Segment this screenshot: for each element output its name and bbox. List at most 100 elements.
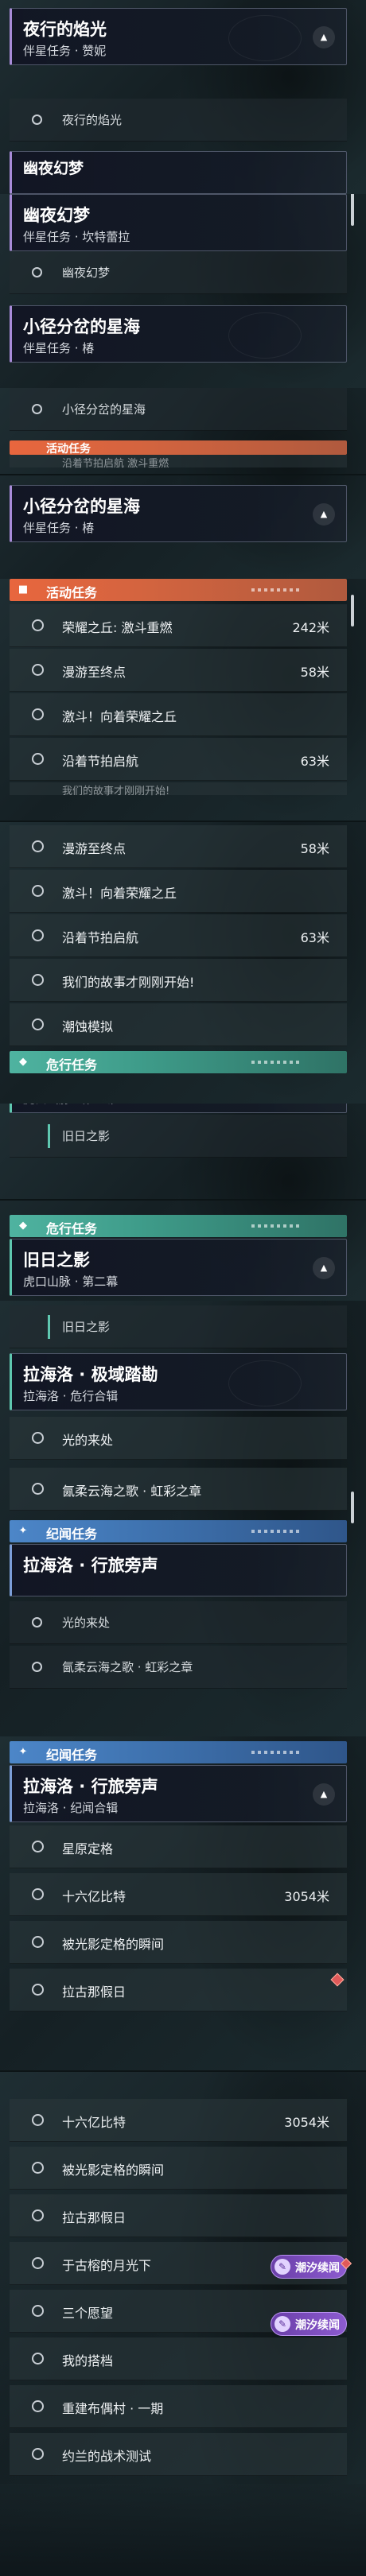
sparkle-icon: ✦ xyxy=(18,1525,28,1537)
panel-7: 旧日之影 拉海洛 · 极域踏勘 拉海洛 · 危行合辑 光的来处 氤柔云海之歌 ·… xyxy=(0,1301,366,1736)
chevron-up-icon[interactable]: ▲ xyxy=(313,1783,335,1806)
tide-news-badge[interactable]: ✎ 潮汐续闻 xyxy=(271,2255,347,2279)
quest-step[interactable]: 沿着节拍启航 63米 xyxy=(10,738,347,781)
panel-divider xyxy=(0,1199,366,1201)
circle-icon xyxy=(32,1841,44,1852)
circle-icon xyxy=(32,619,44,631)
section-header-chronicle[interactable]: ✦ 纪闻任务 xyxy=(10,1520,347,1542)
circle-icon xyxy=(32,708,44,720)
quest-card-lahailuo-xinglv-2[interactable]: 拉海洛 · 行旅旁声 拉海洛 · 纪闻合辑 ▲ xyxy=(10,1765,347,1822)
quest-card-xiaojing[interactable]: 小径分岔的星海 伴星任务 · 椿 xyxy=(10,305,347,363)
quest-title: 拉海洛 · 行旅旁声 xyxy=(23,1777,158,1796)
circle-icon xyxy=(32,1018,44,1030)
section-header-danger[interactable]: ◆ 危行任务 xyxy=(10,1051,347,1073)
step-label: 氤柔云海之歌 · 虹彩之章 xyxy=(62,1660,193,1674)
quest-card-jiuri-2[interactable]: 旧日之影 虎口山脉 · 第二幕 ▲ xyxy=(10,1239,347,1296)
scrollbar-thumb[interactable] xyxy=(351,595,354,627)
quill-icon: ✎ xyxy=(274,2316,290,2332)
circle-icon xyxy=(32,267,42,277)
quest-step[interactable]: 被光影定格的瞬间 xyxy=(10,2147,347,2190)
section-header-activity[interactable]: 活动任务 xyxy=(10,440,347,456)
quest-card-lahailuo-xinglv[interactable]: 拉海洛 · 行旅旁声 xyxy=(10,1544,347,1596)
quest-step[interactable]: 潮蚀模拟 xyxy=(10,1003,347,1046)
quest-step[interactable]: 光的来处 xyxy=(10,1417,347,1460)
chevron-up-icon[interactable]: ▲ xyxy=(313,503,335,526)
quest-title: 拉海洛 · 极域踏勘 xyxy=(23,1365,158,1384)
step-distance: 3054米 xyxy=(284,2115,329,2130)
quest-step[interactable]: 十六亿比特 3054米 xyxy=(10,1873,347,1916)
panel-4: ■ 活动任务 荣耀之丘: 激斗重燃 242米 漫游至终点 58米 激斗！向着荣耀… xyxy=(0,579,366,821)
flag-icon: ■ xyxy=(18,584,29,596)
quest-step[interactable]: 激斗！向着荣耀之丘 xyxy=(10,693,347,736)
step-distance: 3054米 xyxy=(284,1889,329,1904)
quest-step[interactable]: 十六亿比特 3054米 xyxy=(10,2099,347,2142)
quest-step[interactable]: 重建布偶村 · 一期 xyxy=(10,2385,347,2428)
scrollbar-thumb[interactable] xyxy=(351,194,354,226)
circle-icon xyxy=(32,1432,44,1444)
quest-step-peek: 我们的故事才刚刚开始! xyxy=(10,782,347,797)
panel-6: 旧日之影 虎口山脉 · 第二幕 ▲ 旧日之影 ◆ 危行任务 旧日之影 虎口山脉 … xyxy=(0,1104,366,1301)
section-header-activity[interactable]: ■ 活动任务 xyxy=(10,579,347,601)
step-label: 激斗！向着荣耀之丘 xyxy=(62,709,177,724)
tide-news-badge[interactable]: ✎ 潮汐续闻 xyxy=(271,2312,347,2336)
panel-divider xyxy=(0,474,366,475)
circle-icon xyxy=(32,2162,44,2174)
quest-step[interactable]: 夜行的焰光 xyxy=(10,99,347,142)
circle-icon xyxy=(32,1984,44,1996)
step-label: 光的来处 xyxy=(62,1616,111,1630)
circle-icon xyxy=(32,2209,44,2221)
step-label: 沿着节拍启航 xyxy=(62,930,139,945)
chevron-up-icon[interactable]: ▲ xyxy=(313,26,335,48)
quest-step[interactable]: 拉古那假日 xyxy=(10,2194,347,2237)
quest-title: 拉海洛 · 行旅旁声 xyxy=(23,1556,158,1575)
quest-step[interactable]: 被光影定格的瞬间 xyxy=(10,1921,347,1964)
quest-list-strip: 夜行的焰光 伴星任务 · 赞妮 ▲ 夜行的焰光 幽夜幻梦 幽夜幻梦 伴星任务 ·… xyxy=(0,0,366,2576)
quest-title: 旧日之影 xyxy=(23,1251,90,1270)
quest-card-yexing[interactable]: 夜行的焰光 伴星任务 · 赞妮 ▲ xyxy=(10,8,347,65)
section-header-danger[interactable]: ◆ 危行任务 xyxy=(10,1215,347,1237)
chevron-up-icon[interactable]: ▲ xyxy=(313,1257,335,1279)
quest-title: 小径分岔的星海 xyxy=(23,317,140,336)
step-label: 沿着节拍启航 激斗重燃 xyxy=(62,458,169,470)
quest-step[interactable]: 沿着节拍启航 63米 xyxy=(10,914,347,957)
quest-subtitle: 拉海洛 · 纪闻合辑 xyxy=(23,1801,119,1815)
quest-step[interactable]: 漫游至终点 58米 xyxy=(10,649,347,692)
step-distance: 242米 xyxy=(292,620,329,635)
quest-step[interactable]: 氤柔云海之歌 · 虹彩之章 xyxy=(10,1468,347,1511)
quest-title: 夜行的焰光 xyxy=(23,20,107,39)
quest-subtitle: 虎口山脉 · 第二幕 xyxy=(23,1104,118,1107)
quest-subtitle: 伴星任务 · 赞妮 xyxy=(23,44,107,58)
quest-card-youye[interactable]: 幽夜幻梦 xyxy=(10,151,347,194)
quest-card-xiaojing-2[interactable]: 小径分岔的星海 伴星任务 · 椿 ▲ xyxy=(10,485,347,542)
quest-step[interactable]: 幽夜幻梦 xyxy=(10,251,347,294)
quest-card-jiuri[interactable]: 旧日之影 虎口山脉 · 第二幕 ▲ xyxy=(10,1104,347,1113)
step-label: 潮蚀模拟 xyxy=(62,1019,114,1034)
header-pattern xyxy=(251,1061,299,1064)
quest-step[interactable]: 我们的故事才刚刚开始! xyxy=(10,959,347,1002)
quest-step[interactable]: 小径分岔的星海 xyxy=(10,388,347,431)
quest-step[interactable]: 荣耀之丘: 激斗重燃 242米 xyxy=(10,604,347,647)
step-label: 我们的故事才刚刚开始! xyxy=(62,975,195,990)
quest-card-lahailuo-jiyu[interactable]: 拉海洛 · 极域踏勘 拉海洛 · 危行合辑 xyxy=(10,1353,347,1410)
quest-step[interactable]: 我的搭档 xyxy=(10,2337,347,2380)
panel-divider xyxy=(0,821,366,822)
quest-step[interactable]: 星原定格 xyxy=(10,1825,347,1868)
quest-step[interactable]: 拉古那假日 xyxy=(10,1969,347,2012)
scrollbar-thumb[interactable] xyxy=(351,1492,354,1523)
quest-step[interactable]: 约兰的战术测试 xyxy=(10,2433,347,2476)
quest-step[interactable]: 光的来处 xyxy=(10,1601,347,1644)
quest-step-active[interactable]: 旧日之影 xyxy=(10,1305,347,1348)
quest-subtitle: 伴星任务 · 椿 xyxy=(23,341,95,355)
quest-step-active[interactable]: 旧日之影 xyxy=(10,1115,347,1158)
quest-step[interactable]: 激斗！向着荣耀之丘 xyxy=(10,870,347,913)
panel-5: 漫游至终点 58米 激斗！向着荣耀之丘 沿着节拍启航 63米 我们的故事才刚刚开… xyxy=(0,821,366,1104)
quest-step[interactable]: 氤柔云海之歌 · 虹彩之章 xyxy=(10,1646,347,1689)
quest-step[interactable]: 漫游至终点 58米 xyxy=(10,825,347,868)
quest-card-youye-full[interactable]: 幽夜幻梦 伴星任务 · 坎特蕾拉 xyxy=(10,194,347,251)
quest-subtitle: 伴星任务 · 坎特蕾拉 xyxy=(23,230,130,244)
panel-divider xyxy=(0,2070,366,2072)
section-header-chronicle[interactable]: ✦ 纪闻任务 xyxy=(10,1741,347,1763)
section-label: 危行任务 xyxy=(46,1221,98,1236)
step-label: 漫游至终点 xyxy=(62,665,127,680)
bar-indicator-icon xyxy=(48,1315,50,1339)
